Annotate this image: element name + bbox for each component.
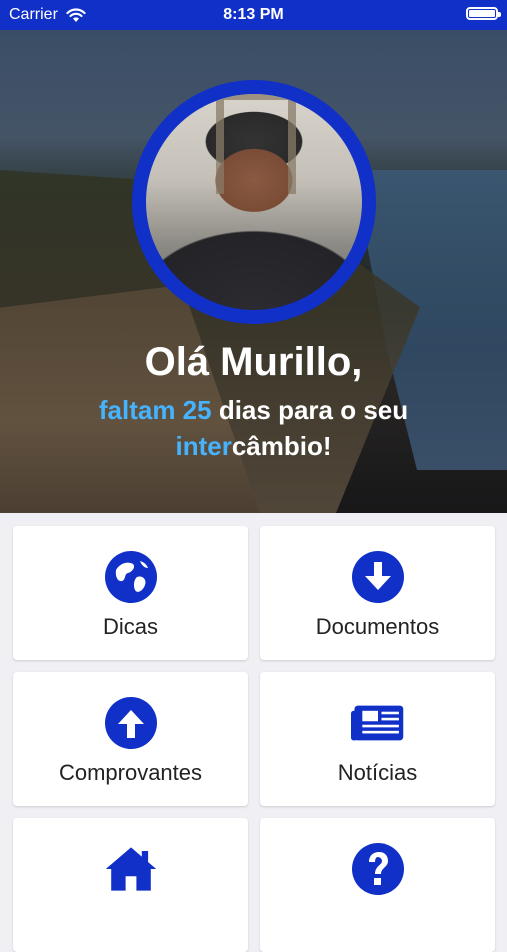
countdown-suffix: câmbio! [231, 431, 332, 461]
menu-card-label: Comprovantes [58, 760, 203, 785]
menu-card-label: Notícias [337, 760, 418, 785]
upload-circle-icon [104, 696, 158, 750]
countdown-prefix: faltam [98, 395, 176, 425]
globe-icon [104, 550, 158, 604]
question-circle-icon [351, 842, 405, 896]
status-right [466, 7, 501, 20]
menu-card-label: Dicas [102, 614, 158, 639]
newspaper-icon [350, 696, 405, 750]
download-circle-icon [351, 550, 405, 604]
menu-card-noticias[interactable]: Notícias [260, 672, 495, 806]
menu-card-comprovantes[interactable]: Comprovantes [13, 672, 248, 806]
avatar[interactable] [132, 80, 376, 324]
menu-card-ajuda[interactable] [260, 818, 495, 952]
countdown-days: 25 [182, 395, 212, 425]
countdown-text: faltam 25 dias para o seu intercâmbio! [60, 392, 447, 464]
status-bar: Carrier 8:13 PM [0, 0, 507, 30]
menu-card-home[interactable] [13, 818, 248, 952]
greeting-title: Olá Murillo, [144, 340, 363, 384]
menu-card-dicas[interactable]: Dicas [13, 526, 248, 660]
countdown-middle: dias para o seu [218, 395, 409, 425]
avatar-photo-bridge [216, 94, 296, 194]
status-time: 8:13 PM [223, 6, 284, 23]
menu-card-label: Documentos [315, 614, 440, 639]
home-icon [104, 842, 158, 896]
countdown-highlight: inter [175, 431, 232, 461]
battery-icon [466, 7, 501, 20]
menu-card-documentos[interactable]: Documentos [260, 526, 495, 660]
